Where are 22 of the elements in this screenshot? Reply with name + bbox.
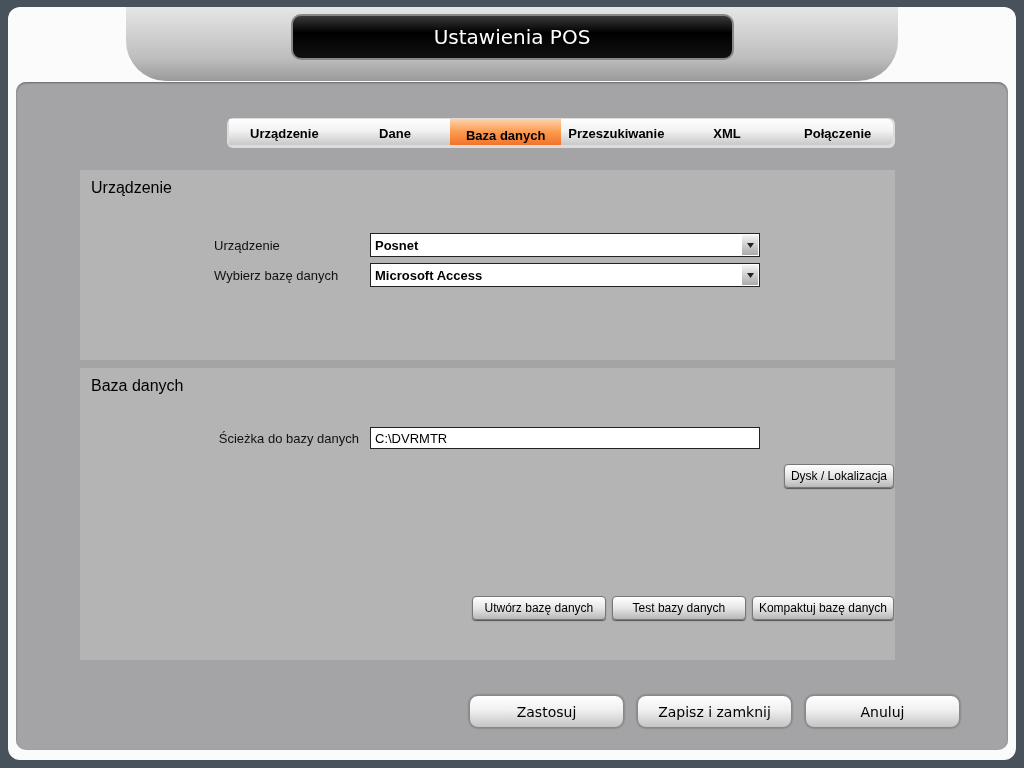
window-title: Ustawienia POS xyxy=(290,14,734,60)
browse-button[interactable]: Dysk / Lokalizacja xyxy=(783,464,894,488)
section-title: Baza danych xyxy=(91,377,184,395)
action-button[interactable]: Utwórz bazę danych xyxy=(471,596,606,620)
dialog-button[interactable]: Anuluj xyxy=(805,695,960,728)
dropdown[interactable]: Posnet xyxy=(370,233,760,257)
tab[interactable]: Urządzenie xyxy=(229,119,340,145)
tab[interactable]: Dane xyxy=(339,119,451,145)
field-label: Ścieżka do bazy danych xyxy=(217,430,359,446)
dialog-button[interactable]: Zapisz i zamknij xyxy=(637,695,792,728)
dialog-button[interactable]: Zastosuj xyxy=(469,695,624,728)
tab[interactable]: XML xyxy=(671,119,783,145)
action-button[interactable]: Test bazy danych xyxy=(611,596,746,620)
field-label: Wybierz bazę danych xyxy=(214,267,340,283)
tab[interactable]: Baza danych xyxy=(450,119,561,145)
section-title: Urządzenie xyxy=(91,179,172,197)
tab[interactable]: Połączenie xyxy=(782,119,894,145)
input-field[interactable]: C:\DVRMTR xyxy=(370,427,760,449)
action-button[interactable]: Kompaktuj bazę danych xyxy=(751,596,894,620)
tab[interactable]: Przeszukiwanie xyxy=(561,119,672,145)
dropdown[interactable]: Microsoft Access xyxy=(370,263,760,287)
field-label: Urządzenie xyxy=(214,237,281,253)
